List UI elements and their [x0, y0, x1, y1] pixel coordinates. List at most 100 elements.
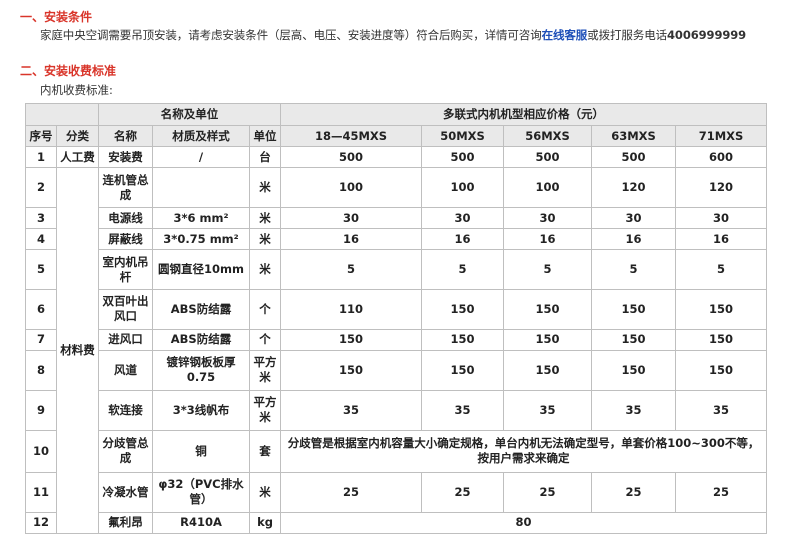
- price-cell: 30: [591, 207, 677, 230]
- row-no: 5: [25, 249, 57, 291]
- table-row: 9 软连接 3*3线帆布 平方米 35 35 35 35 35: [25, 389, 768, 431]
- price-cell: 150: [675, 349, 768, 391]
- item-unit: kg: [248, 511, 282, 535]
- item-unit: 米: [248, 249, 282, 291]
- price-cell: 5: [421, 249, 505, 291]
- item-material: ABS防结露: [152, 328, 250, 351]
- price-cell: 150: [591, 349, 677, 391]
- fee-table: 名称及单位 多联式内机机型相应价格（元） 序号 分类 名称 材质及样式 单位 1…: [25, 102, 768, 535]
- price-cell: 25: [591, 471, 677, 513]
- item-material: 镀锌钢板板厚0.75: [152, 349, 250, 391]
- online-service-link[interactable]: 在线客服: [542, 28, 588, 42]
- item-unit: 平方米: [248, 349, 282, 391]
- price-cell: 30: [421, 207, 505, 230]
- header-model-71: 71MXS: [675, 125, 768, 148]
- price-cell: 16: [675, 228, 768, 251]
- item-name: 氟利昂: [98, 511, 153, 535]
- price-cell: 35: [503, 389, 593, 431]
- price-cell: 150: [675, 289, 768, 330]
- price-cell: 150: [503, 289, 593, 330]
- item-unit: 平方米: [248, 389, 282, 431]
- row-no: 6: [25, 289, 57, 330]
- price-cell: 5: [591, 249, 677, 291]
- price-cell: 150: [591, 289, 677, 330]
- header-no: 序号: [25, 125, 57, 148]
- price-cell: 120: [675, 167, 768, 209]
- header-unit: 单位: [248, 125, 282, 148]
- header-name-unit-group: 名称及单位: [97, 102, 282, 127]
- header-price-group: 多联式内机机型相应价格（元）: [280, 102, 768, 127]
- price-cell: 500: [421, 146, 505, 169]
- header-model-18-45: 18—45MXS: [280, 125, 423, 148]
- item-name: 安装费: [98, 146, 153, 169]
- table-row: 7 进风口 ABS防结露 个 150 150 150 150 150: [25, 328, 768, 351]
- price-cell: 110: [280, 289, 423, 330]
- table-row: 6 双百叶出风口 ABS防结露 个 110 150 150 150 150: [25, 289, 768, 330]
- header-blank: [25, 102, 99, 127]
- table-row: 8 风道 镀锌钢板板厚0.75 平方米 150 150 150 150 150: [25, 349, 768, 391]
- intro-text-after: 或拨打服务电话: [587, 28, 668, 42]
- header-name: 名称: [98, 125, 153, 148]
- price-cell: 150: [591, 328, 677, 351]
- freon-price: 80: [280, 511, 768, 535]
- price-cell: 16: [280, 228, 423, 251]
- price-cell: 30: [503, 207, 593, 230]
- price-cell: 16: [503, 228, 593, 251]
- row-no: 11: [25, 471, 57, 513]
- price-cell: 100: [503, 167, 593, 209]
- price-cell: 100: [421, 167, 505, 209]
- price-cell: 16: [421, 228, 505, 251]
- price-cell: 600: [675, 146, 768, 169]
- price-cell: 5: [675, 249, 768, 291]
- table-row: 3 电源线 3*6 mm² 米 30 30 30 30 30: [25, 207, 768, 230]
- row-no: 1: [25, 146, 57, 169]
- row-no: 10: [25, 429, 57, 473]
- branch-pipe-note: 分歧管是根据室内机容量大小确定规格，单台内机无法确定型号，单套价格100~300…: [280, 429, 768, 473]
- price-cell: 30: [675, 207, 768, 230]
- row-no: 2: [25, 167, 57, 209]
- price-cell: 5: [503, 249, 593, 291]
- price-cell: 150: [421, 328, 505, 351]
- item-material: 圆钢直径10mm: [152, 249, 250, 291]
- header-category: 分类: [56, 125, 99, 148]
- price-cell: 150: [503, 328, 593, 351]
- header-material: 材质及样式: [152, 125, 250, 148]
- table-row: 11 冷凝水管 φ32（PVC排水管） 米 25 25 25 25 25: [25, 471, 768, 513]
- item-unit: 台: [248, 146, 282, 169]
- item-name: 双百叶出风口: [98, 289, 153, 330]
- item-name: 风道: [98, 349, 153, 391]
- intro-paragraph: 家庭中央空调需要吊顶安装，请考虑安装条件（层高、电压、安装进度等）符合后购买，详…: [40, 27, 746, 43]
- row-no: 8: [25, 349, 57, 391]
- row-no: 9: [25, 389, 57, 431]
- item-material: /: [152, 146, 250, 169]
- price-cell: 35: [280, 389, 423, 431]
- table-row: 4 屏蔽线 3*0.75 mm² 米 16 16 16 16 16: [25, 228, 768, 251]
- price-cell: 120: [591, 167, 677, 209]
- table-header-row: 序号 分类 名称 材质及样式 单位 18—45MXS 50MXS 56MXS 6…: [25, 125, 768, 148]
- item-unit: 套: [248, 429, 282, 473]
- price-cell: 500: [280, 146, 423, 169]
- category-labor: 人工费: [56, 146, 99, 169]
- item-unit: 个: [248, 289, 282, 330]
- header-model-50: 50MXS: [421, 125, 505, 148]
- price-cell: 150: [675, 328, 768, 351]
- price-cell: 100: [280, 167, 423, 209]
- table-row: 2 材料费 连机管总成 米 100 100 100 120 120: [25, 167, 768, 534]
- price-cell: 5: [280, 249, 423, 291]
- header-model-56: 56MXS: [503, 125, 593, 148]
- item-material: φ32（PVC排水管）: [152, 471, 250, 513]
- price-cell: 30: [280, 207, 423, 230]
- item-material: [152, 167, 250, 209]
- row-no: 3: [25, 207, 57, 230]
- price-cell: 25: [675, 471, 768, 513]
- item-name: 室内机吊杆: [98, 249, 153, 291]
- item-name: 电源线: [98, 207, 153, 230]
- row-no: 4: [25, 228, 57, 251]
- item-unit: 米: [248, 207, 282, 230]
- price-cell: 25: [421, 471, 505, 513]
- intro-text: 家庭中央空调需要吊顶安装，请考虑安装条件（层高、电压、安装进度等）符合后购买，详…: [40, 28, 542, 42]
- price-cell: 35: [675, 389, 768, 431]
- item-material: 3*6 mm²: [152, 207, 250, 230]
- table-row: 1 人工费 安装费 / 台 500 500 500 500 600: [25, 146, 768, 169]
- header-model-63: 63MXS: [591, 125, 677, 148]
